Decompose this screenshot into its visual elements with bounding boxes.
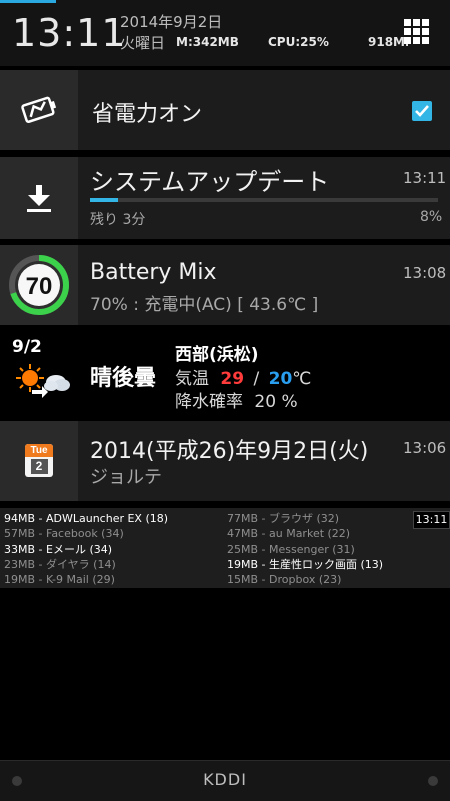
system-update-time: 13:11 [403, 169, 447, 187]
battery-mix-title: Battery Mix [90, 260, 217, 285]
system-update-remaining: 残り 3分 [90, 212, 146, 228]
temp-unit: ℃ [292, 369, 312, 389]
clock-time: 13:11 [12, 11, 127, 55]
task-item: 57MB - Facebook (34) [4, 527, 124, 541]
battery-level-text: 70 [26, 273, 53, 300]
calendar-time: 13:06 [403, 439, 447, 457]
task-item: 19MB - K-9 Mail (29) [4, 573, 115, 587]
system-update-percent: 8% [420, 209, 443, 225]
rain-value: 20 % [254, 392, 298, 412]
calendar-icon-date: 2 [30, 459, 48, 474]
battery-mix-icon-panel: 70 [0, 245, 78, 325]
header-weekday: 火曜日 [120, 34, 166, 52]
battery-mix-time: 13:08 [403, 264, 447, 282]
task-item: 19MB - 生産性ロック画面 (13) [227, 557, 384, 571]
power-saver-label: 省電力オン [92, 102, 203, 127]
task-item: 23MB - ダイヤラ (14) [4, 557, 116, 571]
weather-date: 9/2 [12, 337, 42, 357]
task-item: 25MB - Messenger (31) [227, 542, 355, 556]
calendar-title: 2014(平成26)年9月2日(火) [90, 439, 369, 464]
header-accent-bar [0, 0, 56, 3]
memory-readout: M:342MB [176, 35, 239, 49]
task-item: 15MB - Dropbox (23) [227, 573, 342, 587]
task-item: 47MB - au Market (22) [227, 527, 351, 541]
task-item: 94MB - ADWLauncher EX (18) [4, 512, 169, 525]
calendar-icon-day: Tue [25, 444, 53, 457]
battery-mix-detail: 70% : 充電中(AC) [ 43.6℃ ] [90, 295, 319, 315]
weather-rain: 降水確率 20 % [175, 387, 298, 412]
header-date: 2014年9月2日 [120, 13, 223, 31]
calendar-icon: Tue 2 [25, 444, 53, 477]
temp-high: 29 [220, 369, 245, 389]
calendar-app-name: ジョルテ [90, 467, 162, 488]
temp-label: 気温 [175, 369, 209, 389]
rain-label: 降水確率 [175, 392, 243, 412]
sun-cloud-icon [16, 364, 70, 398]
power-saver-checkbox[interactable] [412, 101, 432, 121]
power-saver-icon [21, 96, 57, 123]
weather-forecast: 晴後曇 [90, 366, 157, 391]
task-item: 33MB - Eメール (34) [4, 542, 113, 556]
weather-region: 西部(浜松) [175, 345, 259, 365]
system-update-icon-panel [0, 157, 78, 239]
cpu-readout: CPU:25% [268, 35, 329, 49]
calendar-icon-panel: Tue 2 [0, 421, 78, 501]
task-list-time: 13:11 [413, 511, 450, 529]
task-item: 77MB - ブラウザ (32) [227, 512, 340, 525]
quick-settings-grid-icon[interactable] [404, 19, 430, 45]
battery-readout: 918MH [368, 35, 408, 49]
temp-separator: / [253, 369, 260, 389]
download-icon [27, 185, 51, 212]
carrier-label: KDDI [203, 770, 247, 789]
power-saver-icon-panel [0, 70, 78, 150]
system-update-progress [90, 198, 438, 202]
checkmark-icon [415, 105, 429, 117]
weather-temperature: 気温 29 / 20℃ [175, 364, 311, 389]
progress-fill [90, 198, 118, 202]
system-update-title: システムアップデート [90, 168, 330, 196]
battery-gauge-icon: 70 [9, 255, 69, 315]
temp-low: 20 [268, 369, 293, 389]
